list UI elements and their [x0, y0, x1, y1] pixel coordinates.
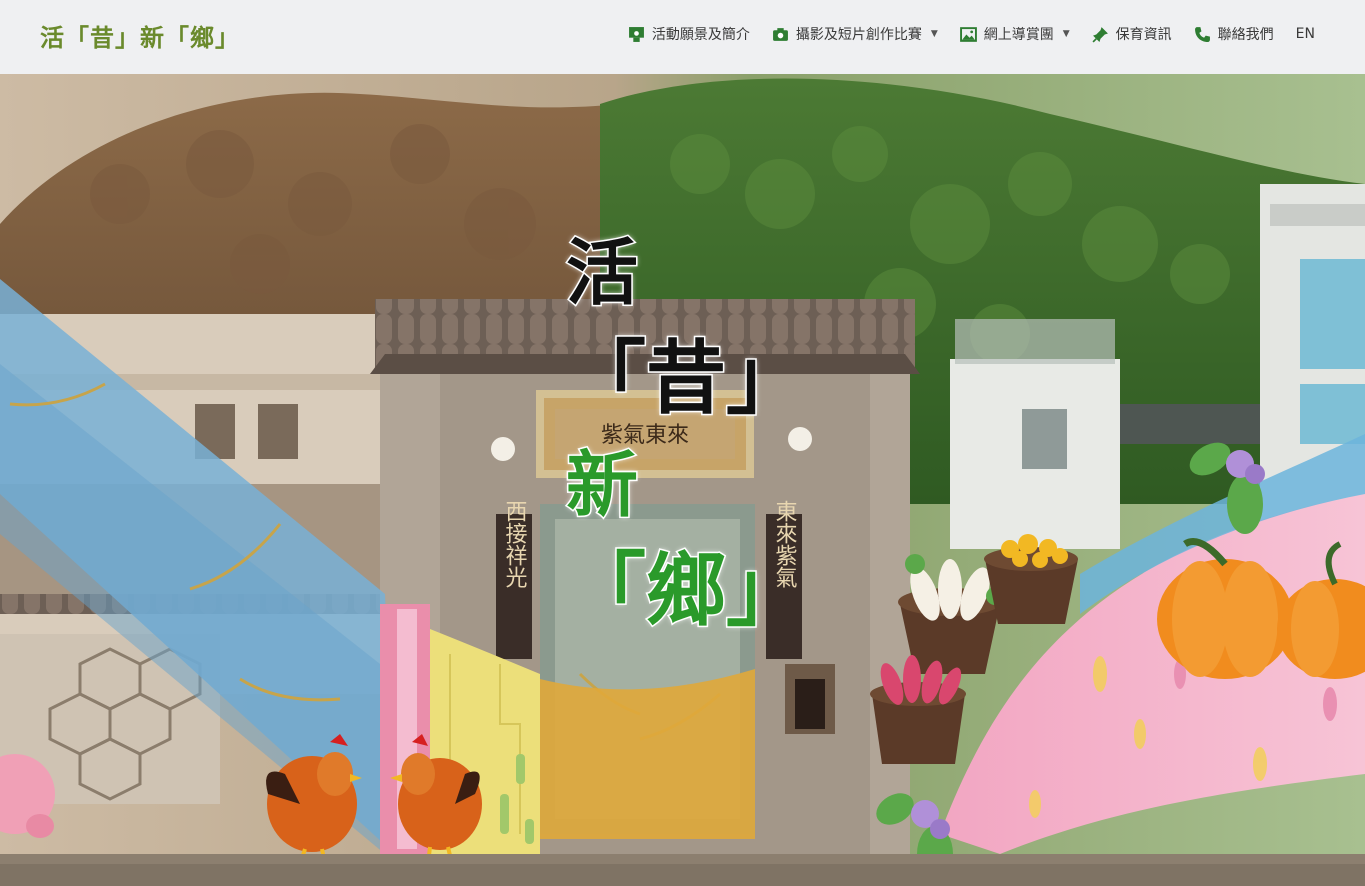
hero-banner: 紫氣東來 西接祥光 東來紫氣 活 「昔」 新 「鄉」 — [0, 74, 1365, 886]
pin-icon — [1092, 26, 1108, 43]
nav-label-contact: 聯絡我們 — [1217, 27, 1274, 43]
nav-label-vision: 活動願景及簡介 — [651, 27, 750, 43]
hero-title-line-2: 「昔」 — [565, 331, 808, 427]
site-logo[interactable]: 活「昔」新「鄉」 — [40, 18, 240, 53]
nav-item-competition[interactable]: 攝影及短片創作比賽 ▼ — [772, 24, 938, 44]
nav-item-conservation[interactable]: 保育資訊 — [1092, 24, 1172, 44]
nav-item-vision[interactable]: 活動願景及簡介 — [628, 24, 750, 44]
hero-title-line-3: 新 — [564, 442, 639, 529]
nav-item-online-tour[interactable]: 網上導賞團 ▼ — [959, 24, 1070, 44]
nav-label-online-tour: 網上導賞團 — [983, 27, 1054, 43]
hero-title-line-4: 「鄉」 — [565, 543, 808, 639]
chevron-down-icon: ▼ — [930, 29, 938, 39]
nav-item-contact[interactable]: 聯絡我們 — [1194, 24, 1274, 44]
main-nav: 活動願景及簡介 攝影及短片創作比賽 ▼ 網上導賞團 ▼ 保育資訊 聯絡我們 EN — [606, 24, 1315, 44]
nav-label-conservation: 保育資訊 — [1115, 27, 1172, 43]
couplet-left: 西接祥光 — [502, 500, 528, 588]
image-icon — [959, 26, 977, 42]
basket-sweet-potato — [870, 655, 966, 764]
chevron-down-icon: ▼ — [1062, 29, 1070, 39]
camera-icon — [772, 27, 788, 41]
hero-title-line-1: 活 — [564, 230, 639, 317]
person-board-icon — [628, 26, 644, 42]
nav-label-competition: 攝影及短片創作比賽 — [795, 27, 922, 43]
phone-icon — [1194, 26, 1210, 42]
header: 活「昔」新「鄉」 活動願景及簡介 攝影及短片創作比賽 ▼ 網上導賞團 ▼ 保育資… — [0, 0, 1365, 74]
hero-illustration: 紫氣東來 西接祥光 東來紫氣 — [0, 74, 1365, 886]
language-toggle[interactable]: EN — [1296, 26, 1315, 42]
